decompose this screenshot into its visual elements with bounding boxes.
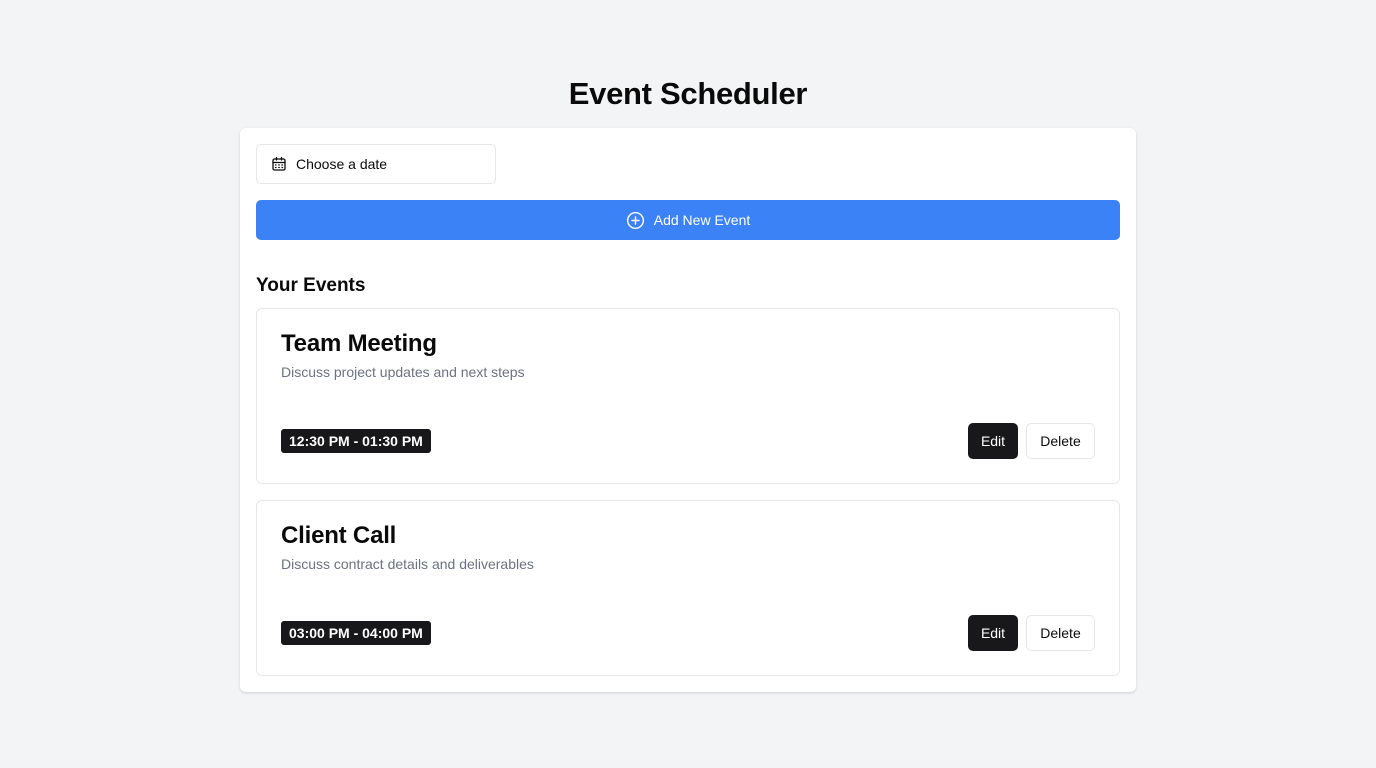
- time-badge: 03:00 PM - 04:00 PM: [281, 621, 431, 645]
- page-title: Event Scheduler: [568, 76, 808, 111]
- section-title: Your Events: [256, 275, 366, 296]
- plus-circle-icon: [626, 211, 645, 230]
- time-badge: 12:30 PM - 01:30 PM: [281, 429, 431, 453]
- event-description: Discuss project updates and next steps: [281, 364, 525, 380]
- delete-button[interactable]: Delete: [1026, 615, 1095, 651]
- event-list: Team Meeting Discuss project updates and…: [256, 308, 1120, 676]
- date-picker-label: Choose a date: [296, 156, 388, 172]
- event-card: Team Meeting Discuss project updates and…: [256, 308, 1120, 484]
- edit-button[interactable]: Edit: [968, 423, 1018, 459]
- event-description: Discuss contract details and deliverable…: [281, 556, 534, 572]
- event-actions: Edit Delete: [968, 615, 1095, 651]
- edit-button[interactable]: Edit: [968, 615, 1018, 651]
- event-title: Client Call: [281, 522, 397, 549]
- event-card: Client Call Discuss contract details and…: [256, 500, 1120, 676]
- scheduler-card: Choose a date Add New Event Your Events …: [240, 128, 1136, 692]
- delete-button[interactable]: Delete: [1026, 423, 1095, 459]
- add-event-button[interactable]: Add New Event: [256, 200, 1120, 240]
- event-title: Team Meeting: [281, 330, 437, 357]
- calendar-icon: [271, 156, 287, 172]
- add-event-label: Add New Event: [653, 212, 751, 228]
- date-picker-button[interactable]: Choose a date: [256, 144, 496, 184]
- event-actions: Edit Delete: [968, 423, 1095, 459]
